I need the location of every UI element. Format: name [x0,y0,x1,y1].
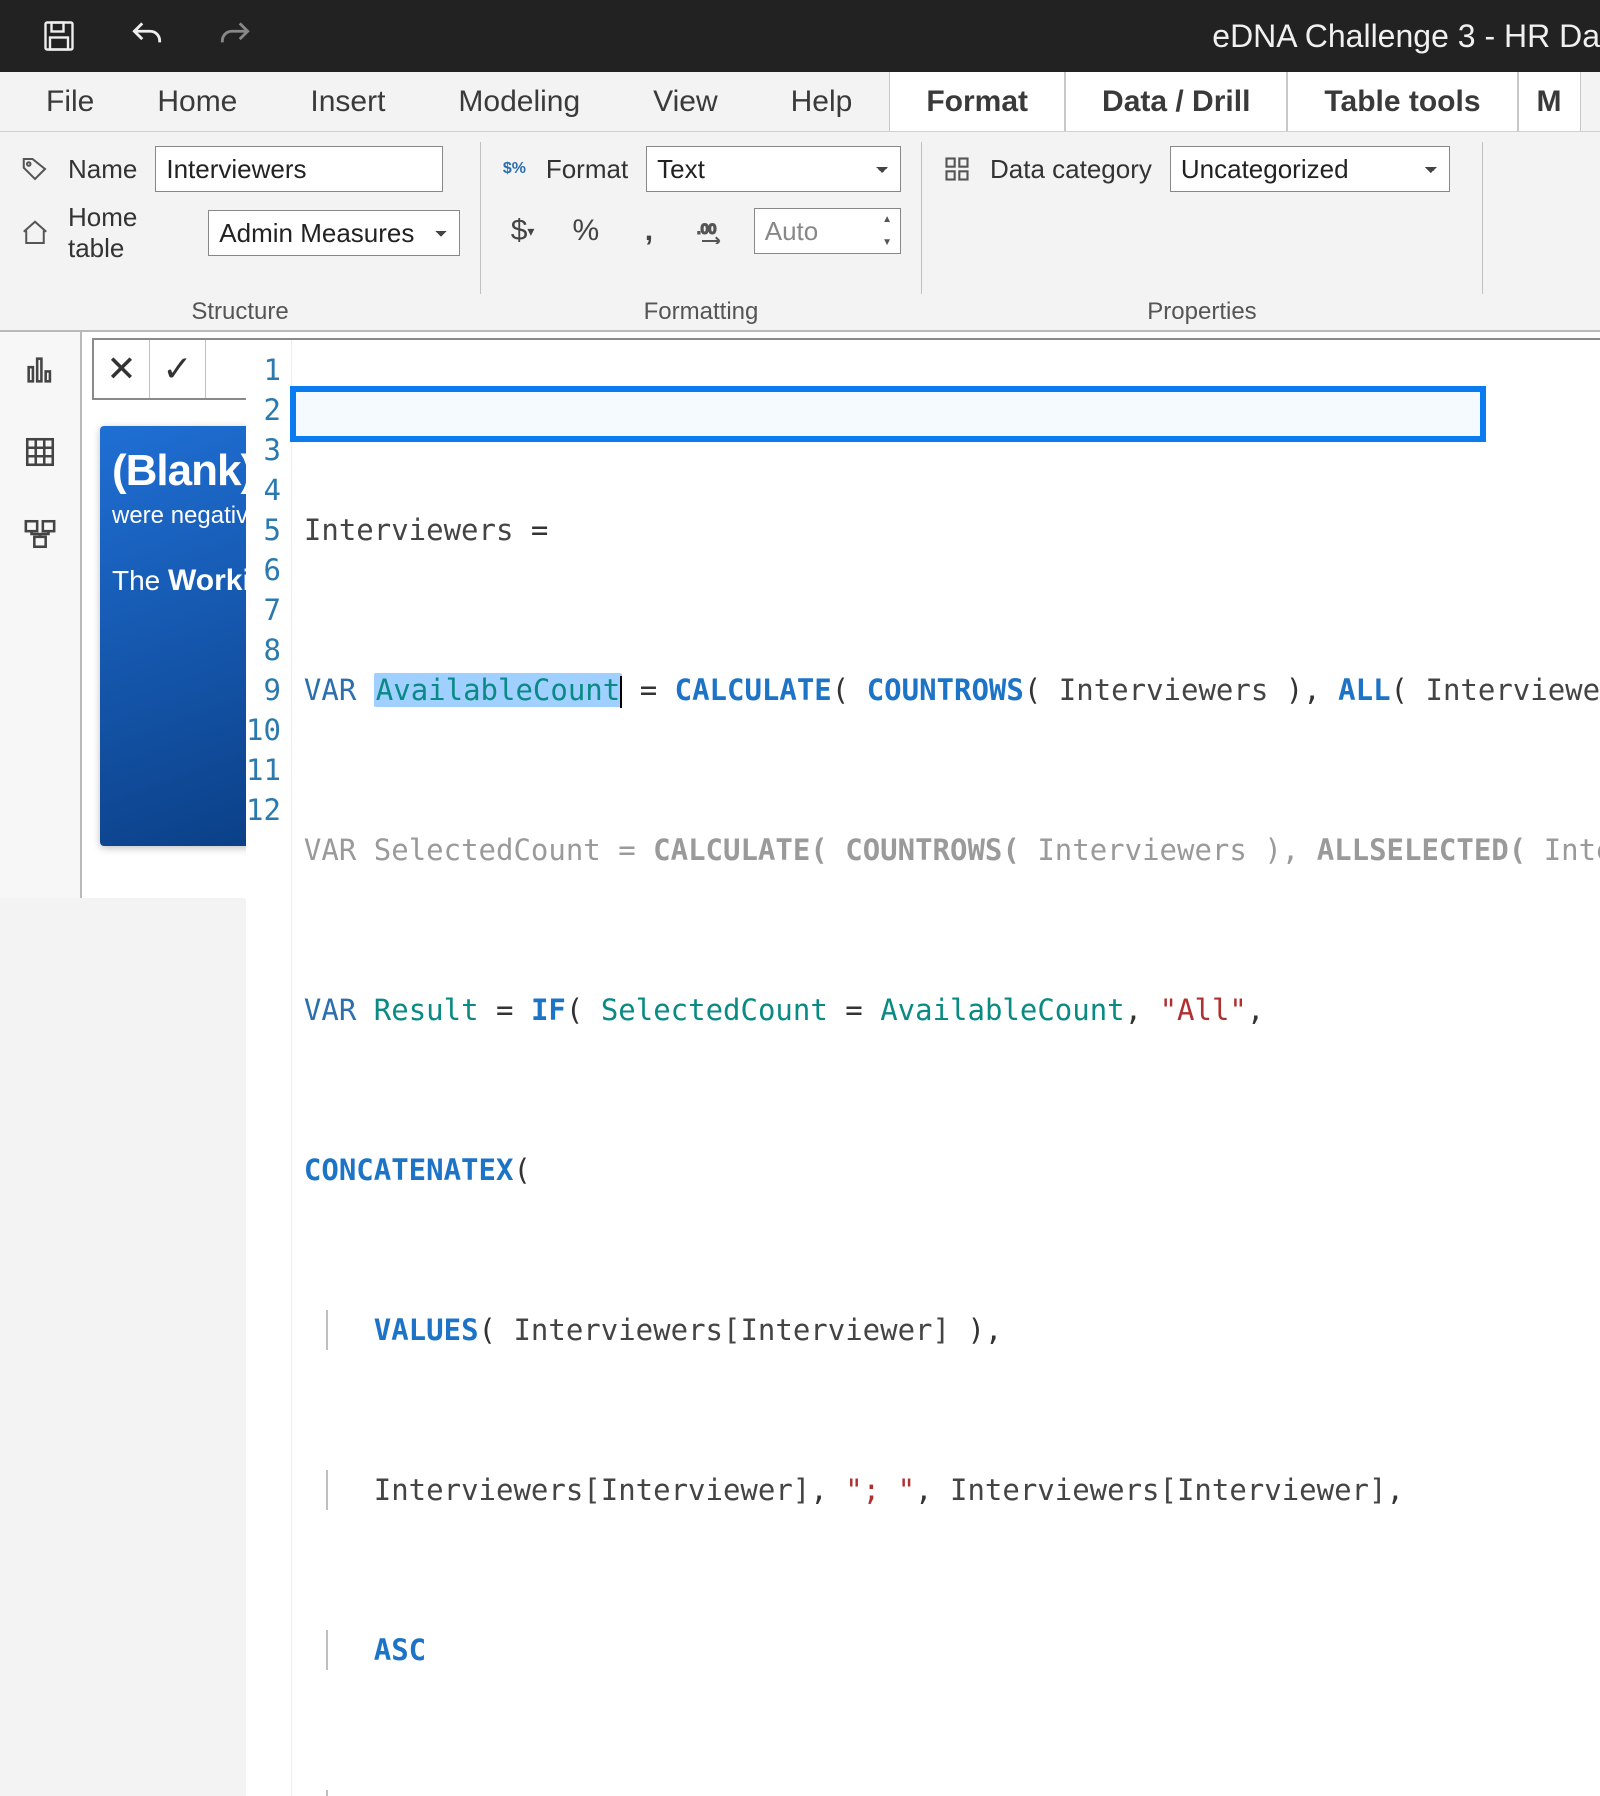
ribbon: Name Home table Admin Measures Structure… [0,132,1600,332]
code-line-1[interactable]: Interviewers = [304,510,1600,550]
ribbon-separator [1482,142,1483,294]
tab-data-drill[interactable]: Data / Drill [1065,72,1287,131]
format-select[interactable]: Text [646,146,901,192]
card-line1: were negativ [112,502,268,530]
dax-editor[interactable]: 123456 789101112 Interviewers = VAR Avai… [246,338,1600,1796]
canvas-area: (Blank) were negativ The Worki ✕ ✓ 12345… [82,332,1600,898]
svg-text:.00: .00 [697,222,716,237]
highlight-box [290,386,1486,442]
home-icon [20,218,50,248]
formula-cancel-button[interactable]: ✕ [94,340,150,398]
ribbon-group-formatting: $% Format Text $ ▾ % , .00 Auto ▲▼ Forma… [481,132,921,330]
tab-view[interactable]: View [617,72,754,131]
thousands-button[interactable]: , [627,209,670,253]
format-field: $% Format Text [501,146,901,192]
group-label-properties: Properties [922,298,1482,326]
workspace: (Blank) were negativ The Worki ✕ ✓ 12345… [0,332,1600,898]
tab-format[interactable]: Format [889,72,1065,131]
code-line-5[interactable]: CONCATENATEX( [304,1150,1600,1190]
data-category-icon [942,154,972,184]
undo-button[interactable] [124,13,170,59]
titlebar: eDNA Challenge 3 - HR Da [0,0,1600,72]
format-label: Format [546,154,628,185]
card-title: (Blank) [112,446,268,496]
text-caret [620,676,622,708]
tab-home[interactable]: Home [121,72,274,131]
report-view-button[interactable] [20,350,60,390]
redo-button[interactable] [212,13,258,59]
window-title: eDNA Challenge 3 - HR Da [1212,0,1600,72]
number-format-buttons: $ ▾ % , .00 Auto ▲▼ [501,208,901,254]
tab-truncated[interactable]: M [1518,72,1581,131]
tag-icon [20,154,50,184]
home-table-select[interactable]: Admin Measures [208,210,460,256]
format-icon: $% [501,154,528,184]
decimal-button[interactable]: .00 [691,209,734,253]
data-category-field: Data category Uncategorized [942,146,1462,192]
line-number-gutter: 123456 789101112 [246,340,292,1796]
home-table-label: Home table [68,202,190,264]
group-label-formatting: Formatting [481,298,921,326]
tab-insert[interactable]: Insert [274,72,422,131]
group-label-structure: Structure [0,298,480,326]
tab-help[interactable]: Help [755,72,890,131]
name-label: Name [68,154,137,185]
code-line-6[interactable]: VALUES( Interviewers[Interviewer] ), [304,1310,1600,1350]
save-button[interactable] [36,13,82,59]
measure-name-field: Name [20,146,460,192]
name-input[interactable] [155,146,443,192]
data-category-select[interactable]: Uncategorized [1170,146,1450,192]
tab-table-tools[interactable]: Table tools [1287,72,1517,131]
ribbon-group-structure: Name Home table Admin Measures Structure [0,132,480,330]
currency-button[interactable]: $ ▾ [501,209,544,253]
code-line-8[interactable]: ASC [304,1630,1600,1670]
quick-access-toolbar [36,13,258,59]
code-line-9[interactable]: ) [304,1790,1600,1796]
home-table-field: Home table Admin Measures [20,202,460,264]
code-line-2[interactable]: VAR AvailableCount = CALCULATE( COUNTROW… [304,670,1600,710]
percent-button[interactable]: % [564,209,607,253]
data-category-label: Data category [990,154,1152,185]
ribbon-group-properties: Data category Uncategorized Properties [922,132,1482,330]
view-rail [0,332,82,898]
decimals-spinbox[interactable]: Auto ▲▼ [754,208,901,254]
code-line-7[interactable]: Interviewers[Interviewer], "; ", Intervi… [304,1470,1600,1510]
card-line2: The Worki [112,564,268,598]
data-view-button[interactable] [20,432,60,472]
formula-commit-button[interactable]: ✓ [150,340,206,398]
decimals-value: Auto [755,216,874,247]
code-line-3[interactable]: VAR SelectedCount = CALCULATE( COUNTROWS… [304,830,1600,870]
tab-modeling[interactable]: Modeling [422,72,617,131]
code-lines[interactable]: Interviewers = VAR AvailableCount = CALC… [292,340,1600,1796]
code-line-4[interactable]: VAR Result = IF( SelectedCount = Availab… [304,990,1600,1030]
model-view-button[interactable] [20,514,60,554]
tab-file[interactable]: File [20,72,121,131]
ribbon-tabs: File Home Insert Modeling View Help Form… [0,72,1600,132]
